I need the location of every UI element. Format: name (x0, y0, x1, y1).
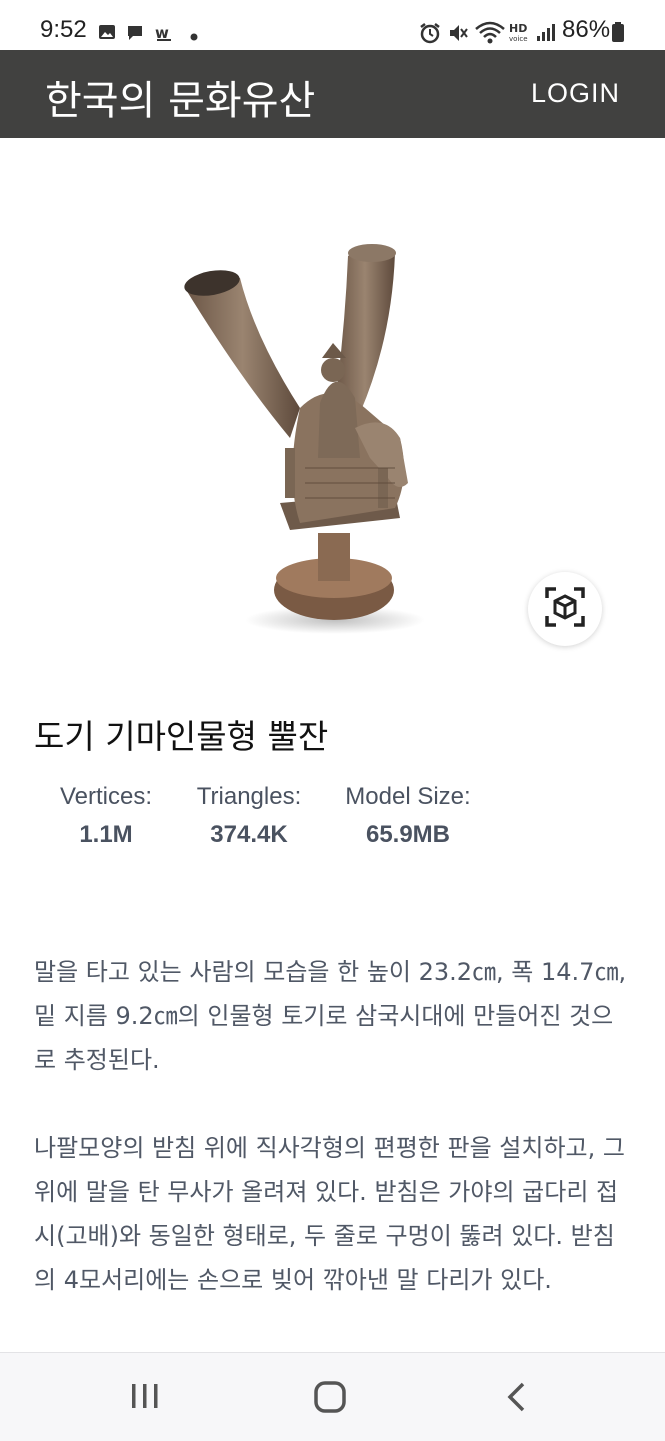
signal-icon (536, 22, 556, 47)
system-nav-bar (0, 1352, 665, 1441)
message-icon (126, 24, 144, 47)
wifi-icon (474, 20, 506, 49)
svg-text:voice: voice (509, 35, 528, 43)
home-icon[interactable] (314, 1381, 346, 1417)
stat-value: 65.9MB (365, 821, 451, 848)
stat-value: 374.4K (210, 821, 288, 848)
mute-icon (447, 22, 469, 49)
svg-text:w: w (155, 24, 169, 41)
app-title: 한국의 문화유산 (45, 78, 316, 124)
description-paragraph: 나팔모양의 받침 위에 직사각형의 편평한 판을 설치하고, 그 위에 말을 탄… (34, 1134, 625, 1294)
model-stats: Vertices: 1.1M Triangles: 374.4K Model S… (55, 783, 475, 849)
description-paragraph: 말을 타고 있는 사람의 모습을 한 높이 23.2㎝, 폭 14.7㎝, 밑 … (34, 958, 627, 1074)
stat-label: Triangles: (196, 783, 302, 810)
alarm-icon (419, 22, 441, 49)
stat-triangles: Triangles: 374.4K (193, 783, 305, 849)
stat-label: Model Size: (345, 783, 471, 810)
battery-percent: 86% (562, 16, 611, 43)
recent-apps-icon[interactable] (130, 1381, 160, 1415)
ar-cube-icon (544, 586, 586, 632)
hd-voice-icon: HD voice (509, 21, 533, 48)
status-time: 9:52 (40, 16, 87, 43)
svg-text:HD: HD (509, 22, 527, 35)
dot-icon (190, 28, 198, 46)
stat-model-size: Model Size: 65.9MB (341, 783, 475, 849)
app-bar: 한국의 문화유산 LOGIN (0, 50, 665, 138)
back-icon[interactable] (505, 1381, 529, 1417)
stat-vertices: Vertices: 1.1M (55, 783, 157, 849)
stat-label: Vertices: (59, 783, 153, 810)
battery-icon (612, 22, 624, 47)
login-button[interactable]: LOGIN (531, 78, 620, 109)
gallery-icon (98, 24, 116, 45)
object-title: 도기 기마인물형 뿔잔 (34, 717, 329, 756)
w-app-icon: w (155, 23, 175, 46)
stat-value: 1.1M (79, 821, 133, 848)
ar-view-button[interactable] (528, 572, 602, 646)
status-bar: 9:52 w HD voice 86% (0, 0, 665, 50)
object-description: 말을 타고 있는 사람의 모습을 한 높이 23.2㎝, 폭 14.7㎝, 밑 … (34, 950, 634, 1346)
